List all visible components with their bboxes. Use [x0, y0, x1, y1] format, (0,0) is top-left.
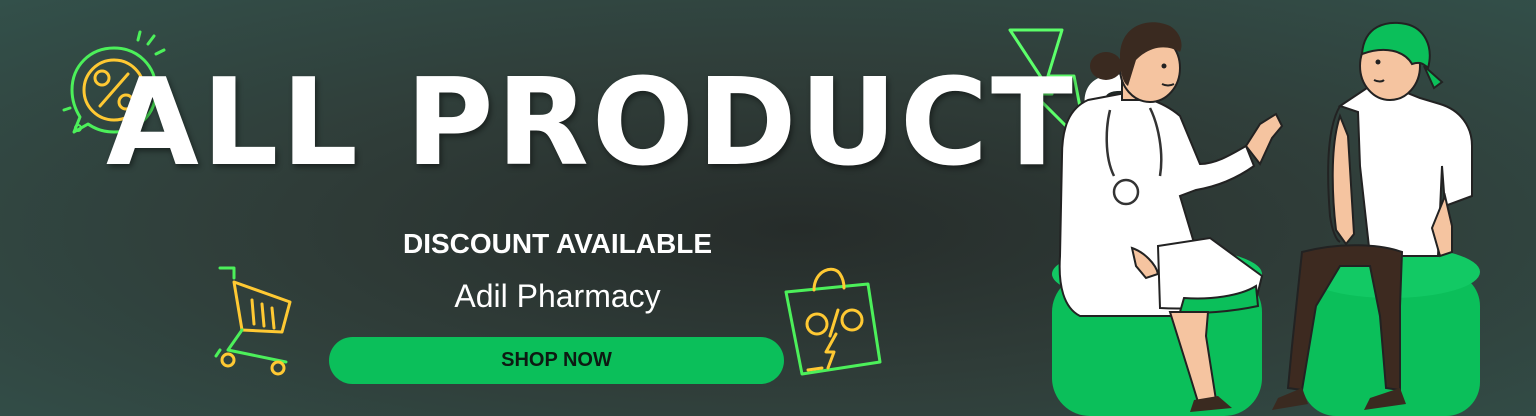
shop-now-button[interactable]: SHOP NOW: [329, 337, 784, 384]
discount-text: DISCOUNT AVAILABLE: [402, 228, 713, 259]
page-title: ALL PRODUCTS: [106, 54, 1166, 193]
promo-banner: ALL PRODUCTS DISCOUNT AVAILABLE Adil Pha…: [0, 0, 1536, 416]
brand-name: Adil Pharmacy: [454, 278, 661, 314]
shopping-cart-icon: [214, 266, 292, 376]
doctor-patient-illustration: [1052, 21, 1480, 416]
shop-now-label: SHOP NOW: [501, 349, 612, 371]
shopping-bag-percent-icon: [784, 267, 882, 376]
